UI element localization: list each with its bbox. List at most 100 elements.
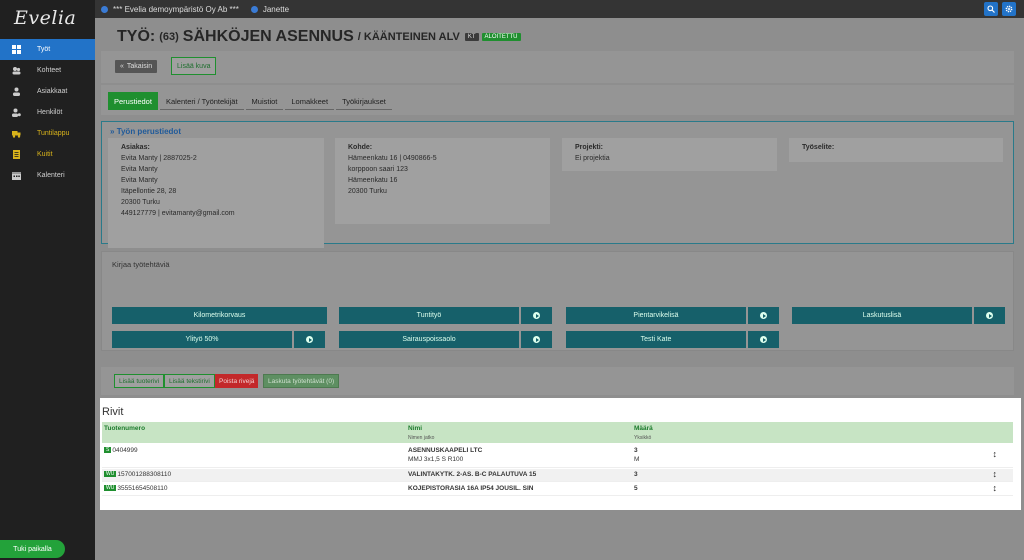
sidebar-item-label: Työt	[37, 46, 51, 53]
tab-bar: Perustiedot Kalenteri / Työntekijät Muis…	[108, 92, 394, 110]
building-icon	[101, 5, 108, 13]
receipt-icon	[12, 150, 21, 159]
project-value: Ei projektia	[575, 155, 610, 162]
job-info-heading[interactable]: » Työn perustiedot	[110, 127, 181, 136]
sidebar-item-label: Kalenteri	[37, 172, 65, 179]
sidebar-item-tuntilappu[interactable]: Tuntilappu	[0, 123, 95, 144]
tab-tyokirjaukset[interactable]: Työkirjaukset	[336, 94, 392, 110]
task-ylityo-go-button[interactable]	[294, 331, 325, 348]
rows-panel: Rivit Tuotenumero Nimi Nimen jatko Määrä…	[100, 398, 1021, 510]
product-code: WU 35551654508110	[104, 485, 167, 492]
task-testikate-button[interactable]: Testi Kate	[566, 331, 746, 348]
task-tuntityo-go-button[interactable]	[521, 307, 552, 324]
drag-handle-icon[interactable]: ↕	[993, 483, 998, 493]
product-name: VALINTAKYTK. 2-AS. B-C PALAUTUVA 15	[408, 471, 537, 478]
task-testikate-go-button[interactable]	[748, 331, 779, 348]
sidebar-item-label: Kohteet	[37, 67, 62, 74]
customer-line: Evita Manty	[121, 166, 158, 173]
task-sairauspoissaolo-go-button[interactable]	[521, 331, 552, 348]
customer-line: 20300 Turku	[121, 199, 160, 206]
column-header-product[interactable]: Tuotenumero	[104, 425, 145, 432]
customer-line: Itäpellontie 28, 28	[121, 188, 177, 195]
user-icon	[250, 5, 258, 13]
search-button[interactable]	[984, 2, 998, 16]
site-line: Hämeenkatu 16	[348, 177, 398, 184]
drag-handle-icon[interactable]: ↕	[993, 469, 998, 479]
grid-icon	[12, 45, 21, 54]
table-row[interactable]: WU 35551654508110 KOJEPISTORASIA 16A IP54…	[102, 483, 1013, 496]
calendar-icon	[12, 171, 21, 180]
sidebar-item-tyot[interactable]: Työt	[0, 39, 95, 60]
sidebar-item-kalenteri[interactable]: Kalenteri	[0, 165, 95, 186]
user-name[interactable]: Janette	[263, 5, 289, 14]
sidebar-item-label: Henkilöt	[37, 109, 63, 116]
site-line: Hämeenkatu 16 | 0490866-5	[348, 155, 437, 162]
task-sairauspoissaolo-button[interactable]: Sairauspoissaolo	[339, 331, 519, 348]
table-row[interactable]: WU 157001288308110 VALINTAKYTK. 2-AS. B-C…	[102, 469, 1013, 482]
sidebar-item-label: Kuitit	[37, 151, 53, 158]
tasks-heading: Kirjaa työtehtäviä	[112, 260, 170, 269]
table-row[interactable]: S 0404999 ASENNUSKAAPELI LTC MMJ 3x1,5 S …	[102, 444, 1013, 468]
back-button[interactable]: « Takaisin	[115, 60, 158, 73]
product-code: S 0404999	[104, 447, 138, 454]
support-button[interactable]: Tuki paikalla	[0, 540, 65, 558]
settings-button[interactable]	[1002, 2, 1016, 16]
column-subheader-name: Nimen jatko	[408, 435, 435, 441]
column-header-name[interactable]: Nimi	[408, 425, 422, 432]
invoice-tasks-button[interactable]: Laskuta työtehtävät (0)	[263, 374, 340, 388]
tab-lomakkeet[interactable]: Lomakkeet	[285, 94, 335, 110]
task-laskutuslisa-go-button[interactable]	[974, 307, 1005, 324]
sidebar-item-kuitit[interactable]: Kuitit	[0, 144, 95, 165]
drag-handle-icon[interactable]: ↕	[993, 449, 998, 459]
sidebar-item-label: Asiakkaat	[37, 88, 68, 95]
product-badge: WU	[104, 471, 117, 477]
column-subheader-unit: Yksikkö	[634, 435, 652, 441]
tab-muistiot[interactable]: Muistiot	[245, 94, 284, 110]
product-qty: 3	[634, 471, 638, 478]
product-code-value: 157001288308110	[117, 471, 172, 478]
product-name-extra: MMJ 3x1,5 S R100	[408, 456, 464, 463]
site-card: Kohde: Hämeenkatu 16 | 0490866-5 korppoo…	[335, 138, 550, 224]
task-ylityo-button[interactable]: Ylityö 50%	[112, 331, 292, 348]
add-image-button[interactable]: Lisää kuva	[171, 57, 217, 75]
product-qty: 5	[634, 485, 638, 492]
user-gear-icon	[12, 108, 21, 117]
task-kilometrikorvaus-button[interactable]: Kilometrikorvaus	[112, 307, 327, 324]
site-line: korppoon saari 123	[348, 166, 408, 173]
customer-line: Evita Manty | 2887025-2	[121, 155, 197, 162]
status-badge: ALOITETTU	[481, 33, 521, 41]
add-product-row-button[interactable]: Lisää tuoterivi	[114, 374, 165, 388]
task-pientarvikelisa-go-button[interactable]	[748, 307, 779, 324]
task-pientarvikelisa-button[interactable]: Pientarvikelisä	[566, 307, 746, 324]
task-tuntityo-button[interactable]: Tuntityö	[339, 307, 519, 324]
customer-email[interactable]: 449127779 | evitamanty@gmail.com	[121, 208, 324, 219]
company-name[interactable]: *** Evelia demoympäristö Oy Ab ***	[113, 5, 239, 14]
product-code: WU 157001288308110	[104, 471, 171, 478]
customer-line: Evita Manty	[121, 177, 158, 184]
product-name: KOJEPISTORASIA 16A IP54 JOUSIL. SIN	[408, 485, 534, 492]
main-content: TYÖ: (63) SÄHKÖJEN ASENNUS / KÄÄNTEINEN …	[95, 18, 1024, 560]
worktitle-label: Työselite:	[802, 144, 835, 151]
play-icon	[760, 336, 767, 343]
add-text-row-button[interactable]: Lisää tekstirivi	[164, 374, 215, 388]
task-laskutuslisa-button[interactable]: Laskutuslisä	[792, 307, 972, 324]
job-name: SÄHKÖJEN ASENNUS	[182, 28, 354, 45]
column-header-qty[interactable]: Määrä	[634, 425, 653, 432]
sidebar-item-kohteet[interactable]: Kohteet	[0, 60, 95, 81]
sidebar-item-asiakkaat[interactable]: Asiakkaat	[0, 81, 95, 102]
rows-title: Rivit	[102, 406, 124, 418]
product-badge: WU	[104, 485, 117, 491]
table-header: Tuotenumero Nimi Nimen jatko Määrä Yksik…	[102, 422, 1013, 443]
play-icon	[306, 336, 313, 343]
job-info-heading-label: Työn perustiedot	[116, 127, 181, 136]
page-title: TYÖ: (63) SÄHKÖJEN ASENNUS / KÄÄNTEINEN …	[117, 28, 521, 46]
delete-rows-button[interactable]: Poista rivejä	[215, 374, 259, 388]
project-card: Projekti: Ei projektia	[562, 138, 777, 171]
tab-kalenteri[interactable]: Kalenteri / Työntekijät	[159, 94, 244, 110]
gear-icon	[1005, 5, 1013, 13]
tab-perustiedot[interactable]: Perustiedot	[108, 92, 158, 110]
truck-icon	[12, 129, 21, 138]
sidebar-item-henkilot[interactable]: Henkilöt	[0, 102, 95, 123]
play-icon	[760, 312, 767, 319]
app-logo[interactable]: Evelia	[0, 0, 95, 35]
